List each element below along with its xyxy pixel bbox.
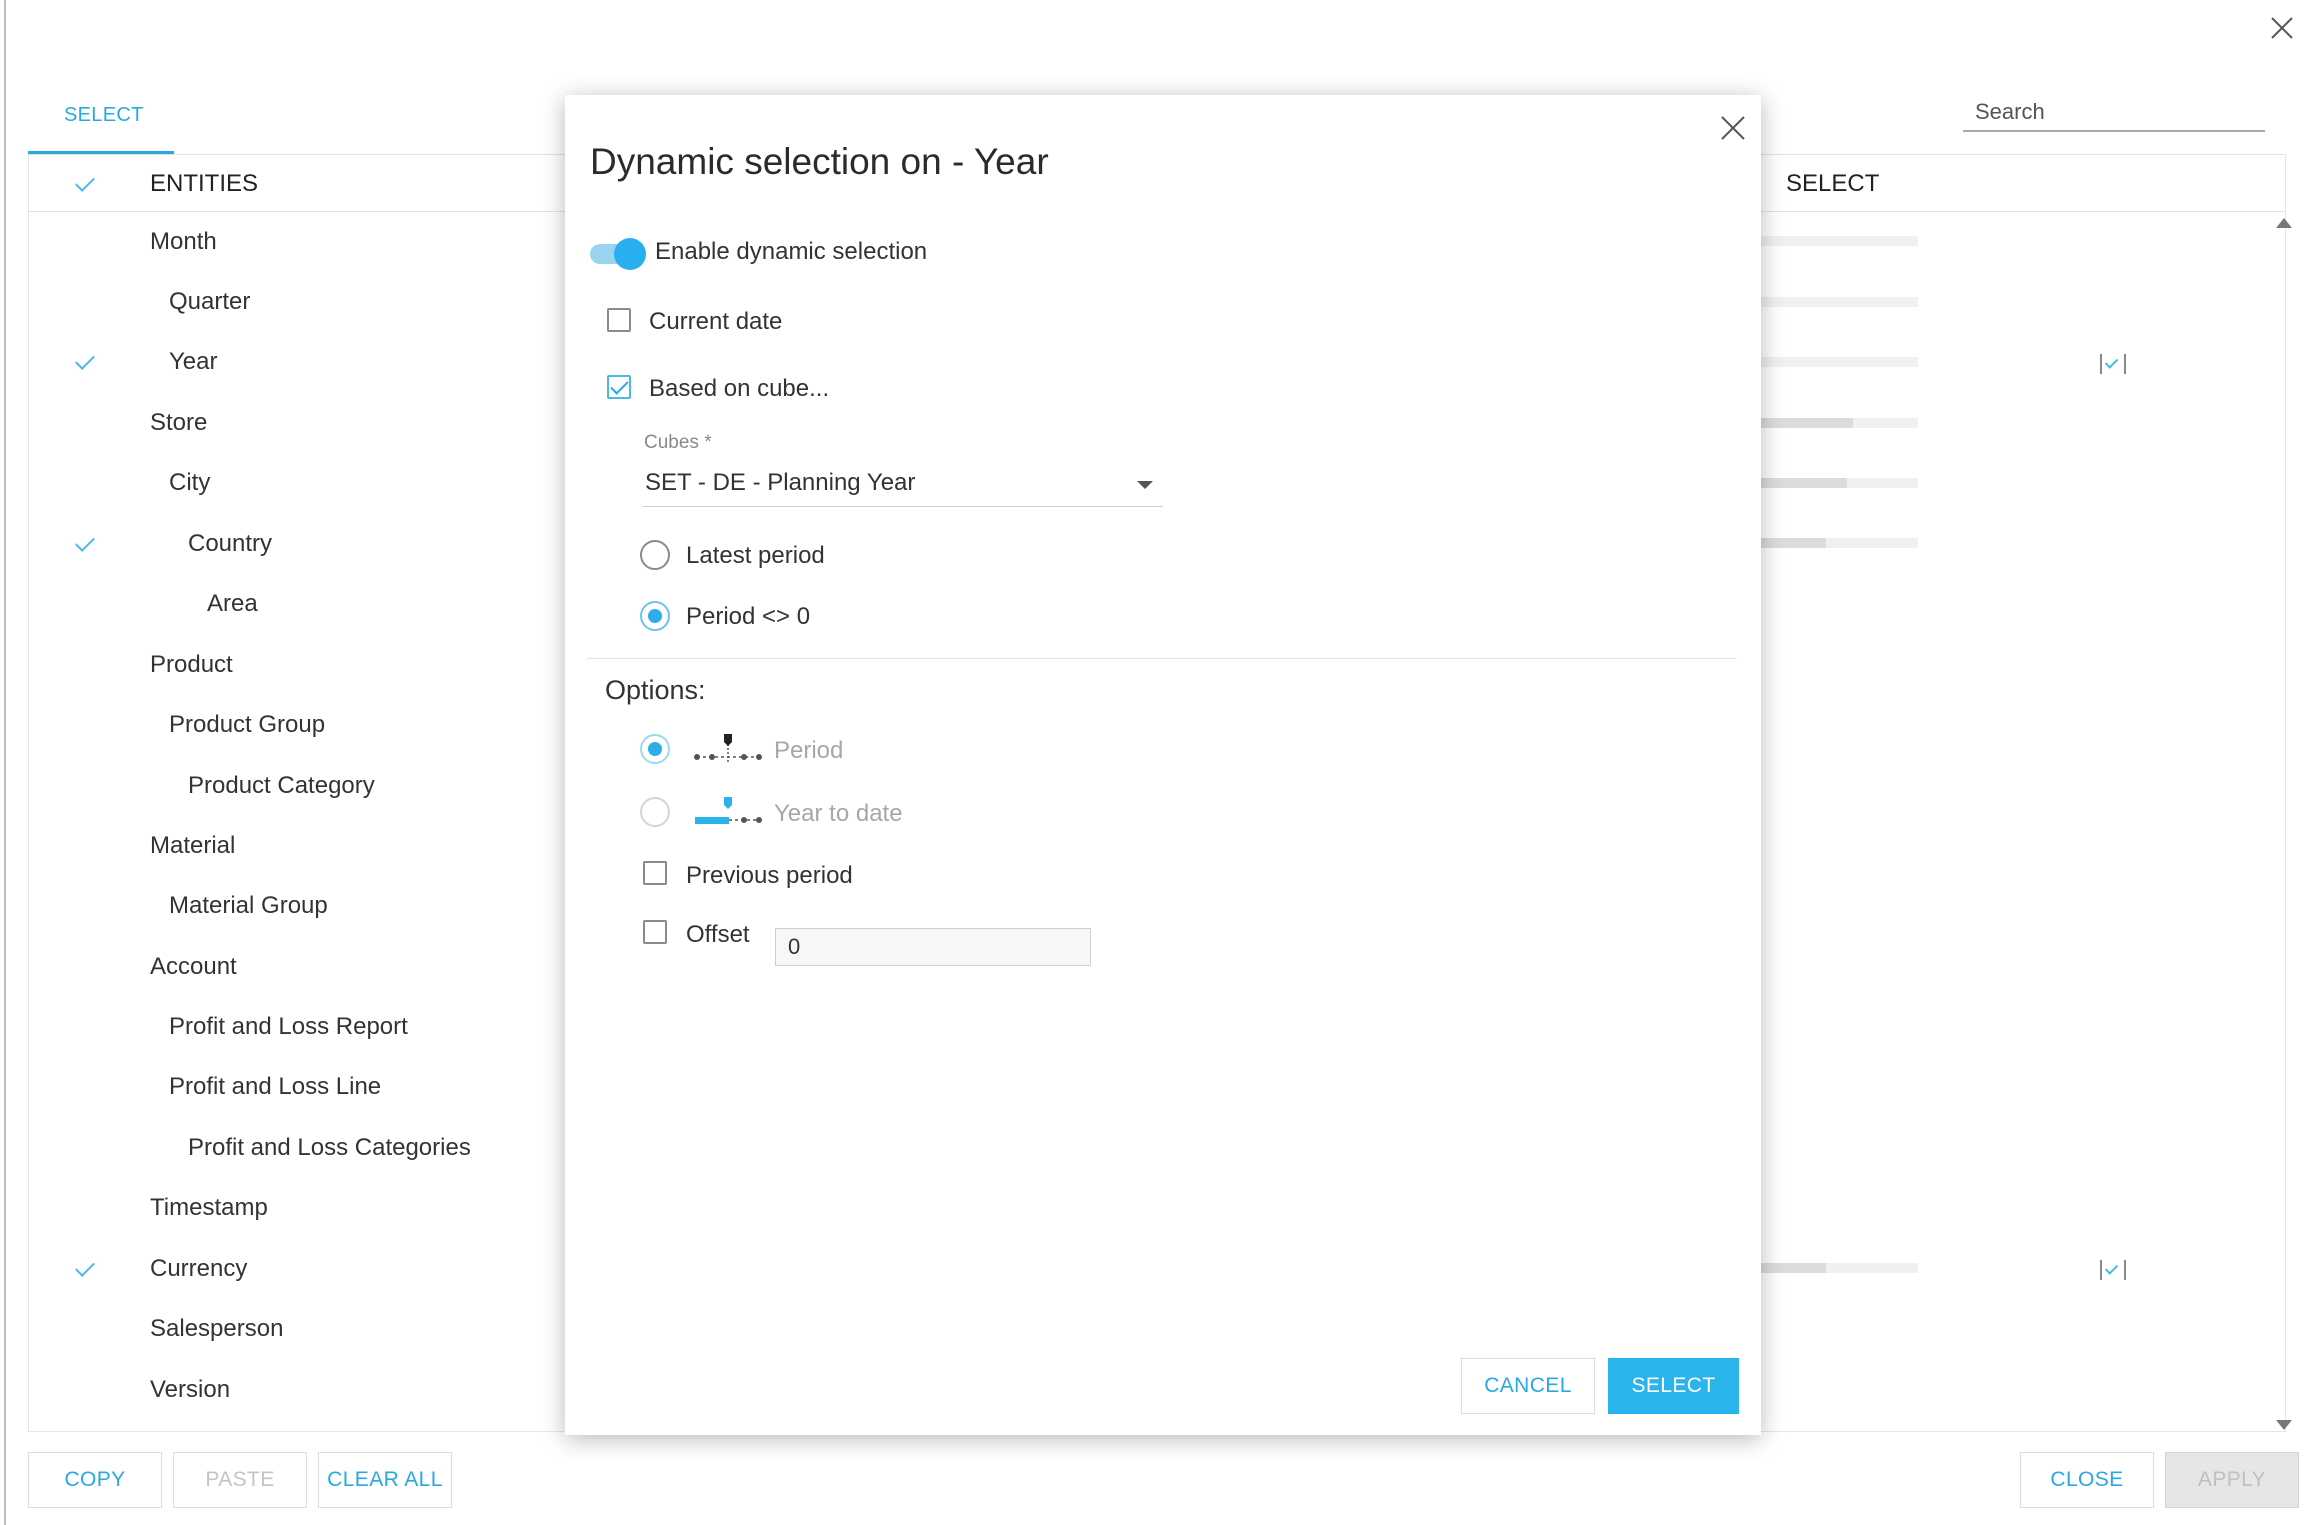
dynamic-selection-dialog: Dynamic selection on - Year Enable dynam… bbox=[565, 95, 1761, 1435]
offset-label: Offset bbox=[686, 921, 750, 948]
year-check-icon[interactable] bbox=[74, 350, 98, 374]
option-ytd-label: Year to date bbox=[774, 800, 903, 827]
offset-checkbox[interactable] bbox=[643, 920, 667, 944]
current-date-label: Current date bbox=[649, 308, 783, 335]
period-ne-zero-radio[interactable] bbox=[640, 601, 670, 631]
list-item[interactable]: Account bbox=[150, 953, 237, 981]
close-icon[interactable] bbox=[1718, 113, 1748, 143]
list-item[interactable]: Quarter bbox=[169, 288, 250, 316]
current-date-checkbox[interactable] bbox=[607, 308, 631, 332]
cubes-field-label: Cubes * bbox=[644, 432, 712, 453]
cubes-dropdown[interactable]: SET - DE - Planning Year bbox=[643, 465, 1163, 507]
list-item[interactable]: City bbox=[169, 469, 210, 497]
clear-all-button[interactable]: CLEAR ALL bbox=[318, 1452, 452, 1508]
select-column-header: SELECT bbox=[1786, 170, 1880, 197]
list-item[interactable]: Product Group bbox=[169, 711, 325, 739]
list-item[interactable]: Profit and Loss Report bbox=[169, 1013, 408, 1041]
paste-button[interactable]: PASTE bbox=[173, 1452, 307, 1508]
option-period-radio[interactable] bbox=[640, 734, 670, 764]
entities-column-header: ENTITIES bbox=[150, 170, 259, 197]
options-divider bbox=[587, 658, 1737, 659]
scroll-down-arrow[interactable] bbox=[2276, 1420, 2292, 1430]
close-icon[interactable] bbox=[2268, 14, 2296, 42]
cubes-selected-value: SET - DE - Planning Year bbox=[645, 469, 916, 496]
list-item[interactable]: Store bbox=[150, 409, 207, 437]
option-ytd-radio[interactable] bbox=[640, 797, 670, 827]
list-item[interactable]: Month bbox=[150, 228, 217, 256]
copy-button[interactable]: COPY bbox=[28, 1452, 162, 1508]
option-period-label: Period bbox=[774, 737, 844, 764]
options-title: Options: bbox=[605, 675, 706, 705]
previous-period-label: Previous period bbox=[686, 862, 853, 889]
period-ne-zero-label: Period <> 0 bbox=[686, 603, 811, 630]
list-item[interactable]: Year bbox=[169, 348, 218, 376]
header-check-icon[interactable] bbox=[74, 172, 98, 196]
list-item[interactable]: Product bbox=[150, 651, 233, 679]
list-item[interactable]: Material bbox=[150, 832, 235, 860]
toggle-knob bbox=[614, 238, 646, 270]
latest-period-label: Latest period bbox=[686, 542, 825, 569]
list-item[interactable]: Country bbox=[188, 530, 272, 558]
list-item[interactable]: Area bbox=[207, 590, 258, 618]
dynamic-selection-icon[interactable] bbox=[2100, 354, 2126, 376]
period-icon bbox=[694, 734, 762, 762]
list-item[interactable]: Material Group bbox=[169, 892, 328, 920]
previous-period-checkbox[interactable] bbox=[643, 861, 667, 885]
list-item[interactable]: Timestamp bbox=[150, 1194, 268, 1222]
window-edge bbox=[4, 0, 6, 1525]
list-item[interactable]: Currency bbox=[150, 1255, 247, 1283]
tab-select[interactable]: SELECT bbox=[28, 96, 174, 154]
list-item[interactable]: Version bbox=[150, 1376, 230, 1404]
dynamic-selection-icon[interactable] bbox=[2100, 1260, 2126, 1282]
chevron-down-icon bbox=[1137, 481, 1153, 489]
apply-button[interactable]: APPLY bbox=[2165, 1452, 2299, 1508]
cancel-button[interactable]: CANCEL bbox=[1461, 1358, 1595, 1414]
enable-dynamic-toggle[interactable] bbox=[590, 238, 646, 270]
scroll-up-arrow[interactable] bbox=[2276, 218, 2292, 228]
tab-select-label: SELECT bbox=[64, 104, 144, 126]
based-on-cube-label: Based on cube... bbox=[649, 375, 830, 402]
based-on-cube-checkbox[interactable] bbox=[607, 375, 631, 399]
latest-period-radio[interactable] bbox=[640, 540, 670, 570]
list-item[interactable]: Salesperson bbox=[150, 1315, 283, 1343]
dialog-title: Dynamic selection on - Year bbox=[590, 141, 1049, 182]
list-item[interactable]: Profit and Loss Line bbox=[169, 1073, 381, 1101]
list-item[interactable]: Profit and Loss Categories bbox=[188, 1134, 471, 1162]
list-item[interactable]: Product Category bbox=[188, 772, 375, 800]
country-check-icon[interactable] bbox=[74, 532, 98, 556]
offset-input[interactable] bbox=[775, 928, 1091, 966]
year-to-date-icon bbox=[695, 797, 762, 824]
enable-dynamic-label: Enable dynamic selection bbox=[655, 238, 928, 265]
search-input[interactable] bbox=[1963, 94, 2265, 132]
select-button[interactable]: SELECT bbox=[1608, 1358, 1739, 1414]
currency-check-icon[interactable] bbox=[74, 1257, 98, 1281]
close-button[interactable]: CLOSE bbox=[2020, 1452, 2154, 1508]
